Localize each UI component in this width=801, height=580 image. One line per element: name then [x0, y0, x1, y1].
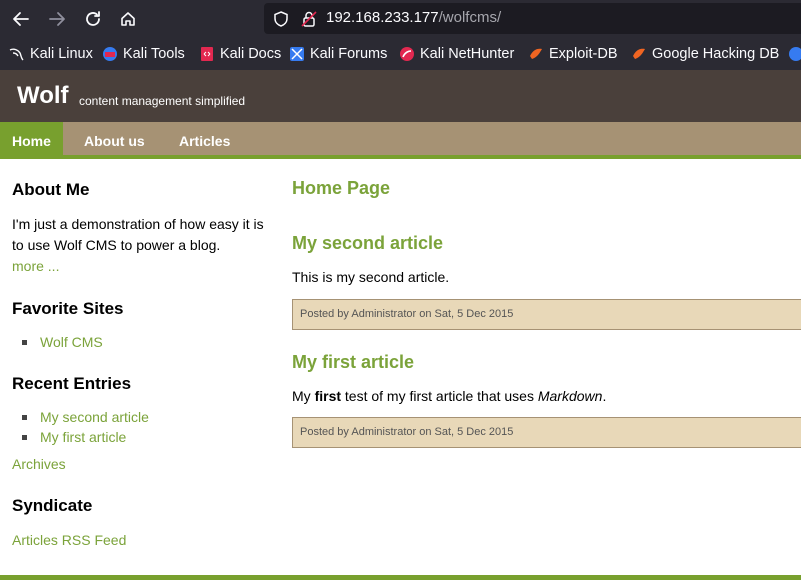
favorite-wolf-cms-link[interactable]: Wolf CMS — [40, 334, 103, 350]
nav-underline — [0, 155, 801, 159]
nethunter-icon — [400, 47, 414, 61]
bookmarks-bar: Kali Linux Kali Tools Kali Docs Kali For… — [0, 37, 801, 70]
nav-articles[interactable]: Articles — [167, 122, 242, 155]
bookmark-label: Exploit-DB — [549, 46, 618, 62]
shield-icon[interactable] — [272, 10, 290, 28]
nav-about-us[interactable]: About us — [72, 122, 157, 155]
home-icon — [121, 12, 135, 26]
bookmark-kali-tools[interactable]: Kali Tools — [102, 45, 185, 63]
body-text: test of my first article that uses — [341, 388, 538, 404]
insecure-lock-icon[interactable] — [300, 10, 318, 28]
list-bullet — [22, 340, 27, 345]
article-posted-info: Posted by Administrator on Sat, 5 Dec 20… — [292, 299, 801, 330]
about-text: I'm just a demonstration of how easy it … — [12, 214, 272, 277]
bookmark-kali-linux[interactable]: Kali Linux — [9, 45, 93, 63]
bookmark-label: Google Hacking DB — [652, 46, 780, 62]
bookmark-label: Kali NetHunter — [420, 46, 515, 62]
kali-tools-icon — [103, 47, 117, 61]
body-bold-text: first — [314, 388, 342, 404]
forward-arrow-icon — [49, 12, 65, 26]
list-bullet — [22, 435, 27, 440]
bookmark-label: Kali Tools — [123, 46, 185, 62]
favorites-heading: Favorite Sites — [12, 299, 124, 318]
syndicate-heading: Syndicate — [12, 496, 93, 515]
bookmark-kali-nethunter[interactable]: Kali NetHunter — [399, 45, 514, 63]
kali-docs-icon — [201, 47, 213, 61]
footer-line — [0, 575, 801, 580]
body-text: My — [292, 388, 315, 404]
back-arrow-icon — [13, 12, 29, 26]
site-header: Wolf content management simplified — [0, 70, 801, 122]
recent-second-article-link[interactable]: My second article — [40, 409, 149, 425]
forward-button[interactable] — [44, 6, 70, 32]
body-text: . — [602, 388, 607, 404]
recent-first-article-link[interactable]: My first article — [40, 429, 126, 445]
about-heading: About Me — [12, 180, 90, 199]
home-button[interactable] — [115, 6, 141, 32]
article-title-link[interactable]: My second article — [292, 233, 443, 254]
site-slogan: content management simplified — [79, 94, 246, 108]
bookmark-label: Kali Docs — [220, 46, 282, 62]
bookmark-exploit-db[interactable]: Exploit-DB — [528, 45, 618, 63]
reload-icon — [86, 11, 100, 26]
url-bar[interactable]: 192.168.233.177/wolfcms/ — [264, 3, 801, 34]
exploit-db-icon — [530, 48, 542, 59]
bookmark-partial-icon — [789, 47, 801, 61]
archives-link[interactable]: Archives — [12, 456, 66, 472]
bookmark-overflow[interactable] — [788, 45, 801, 63]
bookmark-kali-docs[interactable]: Kali Docs — [199, 45, 281, 63]
bookmark-kali-forums[interactable]: Kali Forums — [289, 45, 387, 63]
bookmark-google-hacking-db[interactable]: Google Hacking DB — [631, 45, 779, 63]
url-path: /wolfcms/ — [438, 9, 502, 26]
kali-dragon-icon — [9, 48, 24, 61]
page-title: Home Page — [292, 178, 391, 198]
reload-button[interactable] — [80, 6, 106, 32]
bookmark-label: Kali Forums — [310, 46, 388, 62]
about-text-body: I'm just a demonstration of how easy it … — [12, 216, 264, 253]
body-italic-text: Markdown — [537, 388, 603, 404]
ghdb-icon — [633, 48, 645, 59]
browser-toolbar: 192.168.233.177/wolfcms/ — [0, 0, 801, 37]
about-more-link[interactable]: more ... — [12, 258, 59, 274]
bookmark-label: Kali Linux — [30, 46, 93, 62]
main-nav: Home About us Articles — [0, 122, 801, 159]
recent-heading: Recent Entries — [12, 374, 132, 393]
url-host: 192.168.233.177 — [326, 9, 439, 26]
rss-feed-link[interactable]: Articles RSS Feed — [12, 532, 126, 548]
nav-home[interactable]: Home — [0, 122, 63, 159]
kali-forums-icon — [290, 47, 304, 61]
article-body: This is my second article. — [292, 269, 450, 285]
back-button[interactable] — [8, 6, 34, 32]
article-body: My first test of my first article that u… — [292, 388, 606, 404]
article-title-link[interactable]: My first article — [292, 352, 414, 373]
url-text[interactable]: 192.168.233.177/wolfcms/ — [326, 9, 501, 26]
article-posted-info: Posted by Administrator on Sat, 5 Dec 20… — [292, 417, 801, 448]
list-bullet — [22, 415, 27, 420]
site-logo[interactable]: Wolf — [17, 82, 69, 110]
